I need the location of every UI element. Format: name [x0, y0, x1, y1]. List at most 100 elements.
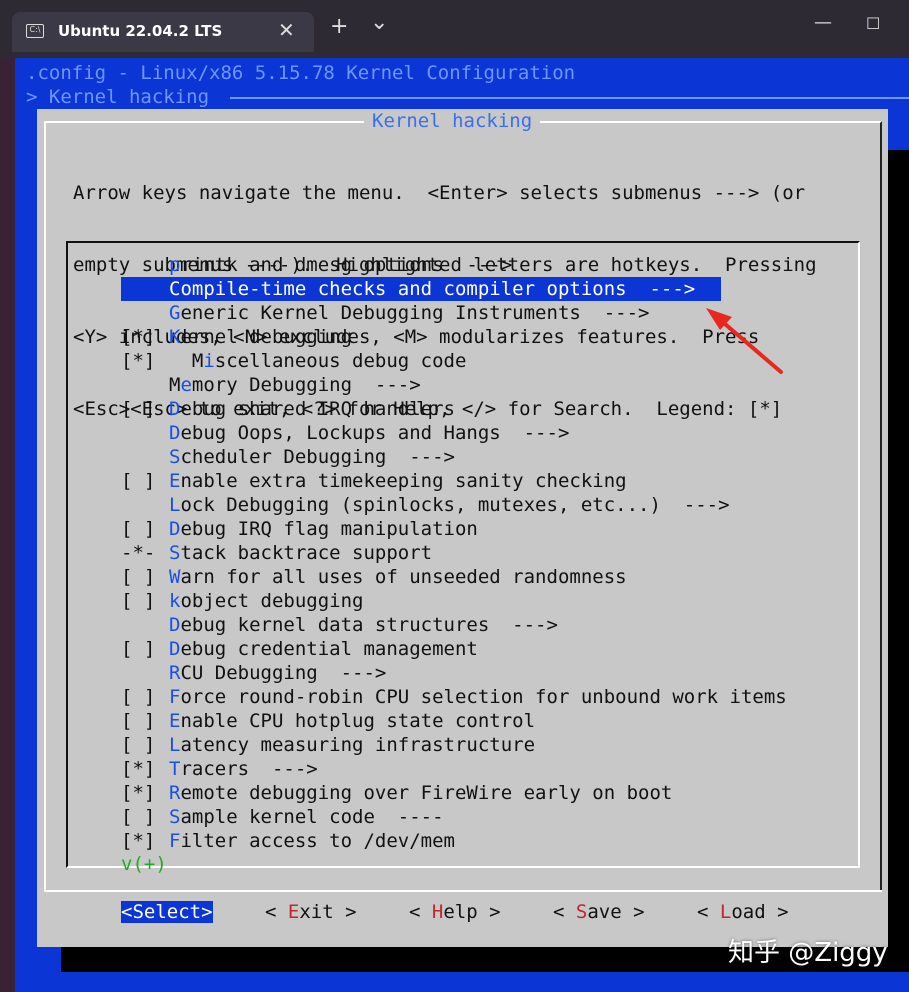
menu-item-state: [*]	[121, 326, 167, 348]
button-label-part: L	[719, 901, 732, 923]
dialog-title: Kernel hacking	[364, 110, 541, 132]
menu-item[interactable]: Debug Oops, Lockups and Hangs --->	[121, 421, 569, 445]
menu-item[interactable]: [ ] Latency measuring infrastructure	[121, 733, 535, 757]
button-label-part: <	[409, 901, 432, 923]
menu-item-hotkey: k	[169, 590, 181, 612]
button-label-part: oad >	[731, 901, 789, 923]
menu-item-state: [*]	[121, 782, 167, 804]
menu-item-hotkey: D	[169, 638, 181, 660]
maximize-button[interactable]: ☐	[866, 14, 880, 33]
menu-item-hotkey: G	[169, 302, 181, 324]
menu-item-label: ilter access to /dev/mem	[180, 830, 455, 852]
menu-item-label: emote debugging over FireWire early on b…	[180, 782, 673, 804]
menu-item[interactable]: Generic Kernel Debugging Instruments ---…	[121, 301, 649, 325]
load-button[interactable]: < Load >	[697, 901, 789, 923]
menu-item[interactable]: printk and dmesg options --->	[121, 253, 512, 277]
button-label-part: ave >	[587, 901, 645, 923]
menu-item-hotkey: R	[169, 662, 181, 684]
menu-item[interactable]: -*- Stack backtrace support	[121, 541, 432, 565]
menu-item[interactable]: [*] Filter access to /dev/mem	[121, 829, 455, 853]
menu-item-state: [ ]	[121, 398, 167, 420]
menu-item[interactable]: [*] Remote debugging over FireWire early…	[121, 781, 672, 805]
menu-item[interactable]: [ ] Force round-robin CPU selection for …	[121, 685, 787, 709]
menu-item-label: racers --->	[180, 758, 318, 780]
menu-item[interactable]: Debug kernel data structures --->	[121, 613, 558, 637]
menu-item-hotkey: S	[169, 806, 181, 828]
menu-item-state: [*]	[121, 758, 167, 780]
menu-item-state: [ ]	[121, 806, 167, 828]
menu-item-hotkey: D	[169, 518, 181, 540]
menu-item-label: rintk and dmesg options --->	[180, 254, 513, 276]
menu-item-hotkey: C	[169, 278, 181, 300]
menu-item-label: nable extra timekeeping sanity checking	[180, 470, 627, 492]
menu-item[interactable]: [ ] Debug IRQ flag manipulation	[121, 517, 478, 541]
menu-item-label: orce round-robin CPU selection for unbou…	[180, 686, 787, 708]
terminal-tab[interactable]: C:\ Ubuntu 22.04.2 LTS ✕	[12, 12, 314, 52]
menu-item-state: [ ]	[121, 518, 167, 540]
menu-item-hotkey: E	[169, 710, 181, 732]
menu-item-label: ebug kernel data structures --->	[180, 614, 558, 636]
menu-item-hotkey: S	[169, 542, 181, 564]
chevron-down-icon[interactable]: ⌄	[370, 10, 388, 35]
menu-item-state: [*]	[121, 830, 167, 852]
menu-item-state: [ ]	[121, 590, 167, 612]
menu-item[interactable]: [ ] Enable extra timekeeping sanity chec…	[121, 469, 627, 493]
menu-item-state: [ ]	[121, 686, 167, 708]
menu-item-label: atency measuring infrastructure	[180, 734, 536, 756]
menu-item-state: [ ]	[121, 734, 167, 756]
menu-item-label: eneric Kernel Debugging Instruments --->	[180, 302, 650, 324]
button-label-part: <	[697, 901, 720, 923]
menu-item[interactable]: [ ] Warn for all uses of unseeded random…	[121, 565, 627, 589]
menu-item-state: [ ]	[121, 470, 167, 492]
menu-item[interactable]: [*] Miscellaneous debug code	[121, 349, 466, 373]
menu-item[interactable]: [ ] Debug shared IRQ handlers	[121, 397, 455, 421]
menu-item-label: ock Debugging (spinlocks, mutexes, etc..…	[180, 494, 730, 516]
menu-item[interactable]: RCU Debugging --->	[121, 661, 386, 685]
menu-item-hotkey: E	[169, 470, 181, 492]
button-label-part: H	[431, 901, 444, 923]
minimize-button[interactable]: —	[814, 12, 832, 33]
terminal-icon: C:\	[26, 24, 44, 38]
menu-item-state: [ ]	[121, 638, 167, 660]
exit-button[interactable]: < Exit >	[265, 901, 357, 923]
menu-item-label: nable CPU hotplug state control	[180, 710, 536, 732]
menu-item-label: object debugging	[180, 590, 364, 612]
new-tab-button[interactable]: +	[330, 14, 348, 39]
menu-item[interactable]: [ ] Debug credential management	[121, 637, 478, 661]
menu-item-state: [*]	[121, 350, 167, 372]
menu-item-hotkey: S	[169, 446, 181, 468]
menu-item-hotkey: D	[169, 422, 181, 444]
menu-item[interactable]: Memory Debugging --->	[121, 373, 421, 397]
menu-item[interactable]: [ ] Sample kernel code ----	[121, 805, 444, 829]
help-button[interactable]: < Help >	[409, 901, 501, 923]
menu-item-label: ebug Oops, Lockups and Hangs --->	[180, 422, 570, 444]
save-button[interactable]: < Save >	[553, 901, 645, 923]
select-button[interactable]: <Select>	[121, 901, 213, 923]
scroll-more-indicator: v(+)	[121, 853, 167, 875]
menu-item-hotkey: T	[169, 758, 181, 780]
breadcrumb: > Kernel hacking	[26, 86, 210, 108]
menu-item[interactable]: [*] Kernel debugging	[121, 325, 352, 349]
button-label-part: S	[575, 901, 588, 923]
menu-item[interactable]: Compile-time checks and compiler options…	[121, 277, 721, 301]
menu-item[interactable]: Scheduler Debugging --->	[121, 445, 455, 469]
menu-item[interactable]: [*] Tracers --->	[121, 757, 318, 781]
menu-item[interactable]: [ ] Enable CPU hotplug state control	[121, 709, 535, 733]
tab-title: Ubuntu 22.04.2 LTS	[58, 22, 223, 40]
button-separator	[44, 890, 882, 892]
help-line: Arrow keys navigate the menu. <Enter> se…	[73, 182, 806, 204]
menu-item[interactable]: [ ] kobject debugging	[121, 589, 363, 613]
menu-item-hotkey: D	[169, 398, 181, 420]
menu-item-hotkey: D	[169, 614, 181, 636]
button-label-part: <	[553, 901, 576, 923]
menu-item-label: ebug shared IRQ handlers	[180, 398, 455, 420]
close-icon[interactable]: ✕	[278, 18, 295, 42]
menu-item-state: [ ]	[121, 566, 167, 588]
window-titlebar: C:\ Ubuntu 22.04.2 LTS ✕ + ⌄ — ☐	[0, 0, 909, 58]
config-title-line: .config - Linux/x86 5.15.78 Kernel Confi…	[26, 62, 576, 84]
menu-item[interactable]: Lock Debugging (spinlocks, mutexes, etc.…	[121, 493, 730, 517]
menu-item-hotkey: W	[169, 566, 181, 588]
menu-item-hotkey: F	[169, 830, 181, 852]
menu-item-hotkey: L	[169, 494, 181, 516]
menu-item-label: mory Debugging --->	[191, 374, 421, 396]
